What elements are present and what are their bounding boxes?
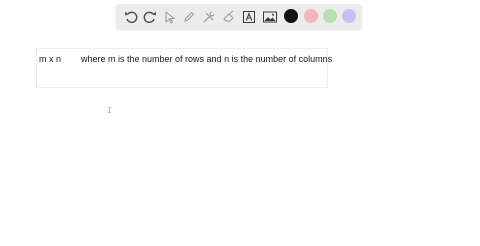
color-swatch-black[interactable] (284, 9, 298, 23)
text-icon[interactable] (239, 7, 258, 26)
pencil-icon[interactable] (179, 7, 198, 26)
color-swatch-lavender[interactable] (342, 9, 356, 23)
canvas-text-dimensions: m x n (39, 54, 62, 64)
color-swatch-green[interactable] (323, 9, 337, 23)
redo-icon[interactable] (140, 7, 159, 26)
undo-icon[interactable] (121, 7, 140, 26)
color-swatch-pink[interactable] (304, 9, 318, 23)
canvas-text-definition: where m is the number of rows and n is t… (81, 54, 333, 64)
image-icon[interactable] (260, 7, 279, 26)
text-cursor-icon (108, 107, 111, 113)
drawing-toolbar (116, 4, 362, 29)
tools-icon[interactable] (199, 7, 218, 26)
select-arrow-icon[interactable] (160, 7, 179, 26)
eraser-icon[interactable] (219, 7, 238, 26)
